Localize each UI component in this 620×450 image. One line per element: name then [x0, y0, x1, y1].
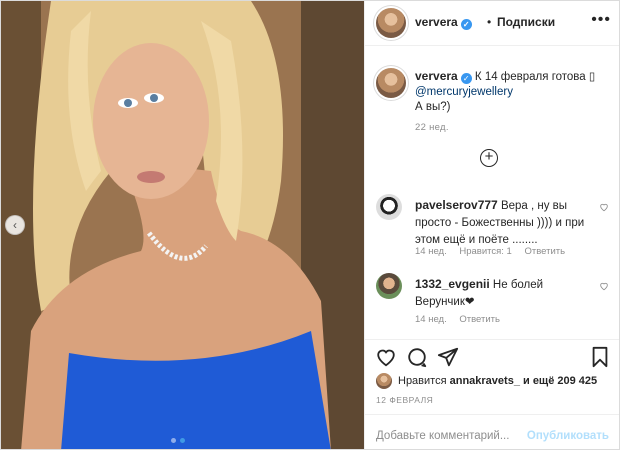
load-more-comments-button[interactable]: + [480, 149, 498, 167]
carousel-dots [171, 438, 185, 443]
likes-prefix: Нравится [398, 374, 447, 387]
caption-avatar[interactable] [376, 68, 406, 98]
comment-text: 1332_evgenii Не болей Верунчик❤ [415, 276, 595, 311]
comment-meta: 14 нед. Ответить [415, 314, 510, 325]
carousel-dot [171, 438, 176, 443]
avatar[interactable] [376, 8, 406, 38]
post-header: ververa ✓ • Подписки ••• [365, 1, 619, 46]
comment-input[interactable]: Добавьте комментарий... [376, 430, 509, 442]
comment-username[interactable]: pavelserov777 [415, 198, 498, 212]
caption-body-2: А вы?) [415, 101, 451, 113]
separator: • [487, 15, 492, 29]
comment-time[interactable]: 14 нед. [415, 314, 447, 325]
comment-username[interactable]: 1332_evgenii [415, 277, 490, 291]
chevron-left-icon: ‹ [13, 218, 17, 232]
bookmark-icon[interactable] [589, 346, 611, 368]
carousel-dot-active [180, 438, 185, 443]
liker-username[interactable]: annakravets_ [450, 375, 520, 387]
add-comment-bar: Добавьте комментарий... Опубликовать [365, 414, 619, 449]
verified-badge-icon: ✓ [460, 19, 472, 30]
comment-meta: 14 нед. Нравится: 1 Ответить [415, 246, 575, 257]
carousel-prev-button[interactable]: ‹ [5, 215, 25, 235]
instagram-post: ‹ ververa ✓ • Подписки ••• ververa ✓ К 14 … [0, 0, 620, 450]
comment-text: pavelserov777 Вера , ну вы просто - Боже… [415, 197, 595, 249]
action-bar [365, 339, 619, 370]
caption-text: ververa ✓ К 14 февраля готова ▯ @mercuryj… [415, 69, 615, 115]
post-photo[interactable]: ‹ [1, 1, 364, 449]
reply-button[interactable]: Ответить [524, 246, 565, 257]
lips [137, 171, 165, 183]
header-username[interactable]: ververa ✓ [415, 15, 472, 30]
share-icon[interactable] [437, 346, 459, 368]
like-heart-icon[interactable] [375, 346, 397, 368]
comment-bubble-icon[interactable] [406, 346, 428, 368]
photo-illustration [1, 1, 364, 449]
publish-button[interactable]: Опубликовать [527, 430, 609, 442]
iris-left [124, 99, 132, 107]
reply-button[interactable]: Ответить [459, 314, 500, 325]
caption-time[interactable]: 22 нед. [415, 122, 449, 133]
caption-body: К 14 февраля готова [474, 71, 589, 83]
comment-time[interactable]: 14 нед. [415, 246, 447, 257]
caption-username[interactable]: ververa [415, 69, 458, 83]
comment-avatar[interactable] [376, 194, 402, 220]
caption-mention-link[interactable]: @mercuryjewellery [415, 86, 513, 98]
more-horizontal-icon[interactable]: ••• [591, 11, 611, 29]
verified-badge-icon: ✓ [460, 73, 472, 84]
likes-summary[interactable]: Нравится annakravets_ и ещё 209 425 [376, 373, 597, 389]
liker-avatar[interactable] [376, 373, 392, 389]
comment-likes[interactable]: Нравится: 1 [459, 246, 511, 257]
likes-count[interactable]: и ещё 209 425 [523, 375, 597, 387]
comment-like-heart-icon[interactable] [599, 202, 609, 212]
comment-avatar[interactable] [376, 273, 402, 299]
gift-icon: ▯ [588, 71, 596, 83]
plus-icon: + [484, 148, 494, 165]
username-text[interactable]: ververa [415, 15, 458, 29]
follow-button[interactable]: Подписки [497, 15, 555, 29]
comment-like-heart-icon[interactable] [599, 281, 609, 291]
post-date[interactable]: 12 ФЕВРАЛЯ [376, 395, 433, 405]
post-side-panel: ververa ✓ • Подписки ••• ververa ✓ К 14 фе… [364, 1, 619, 449]
iris-right [150, 94, 158, 102]
